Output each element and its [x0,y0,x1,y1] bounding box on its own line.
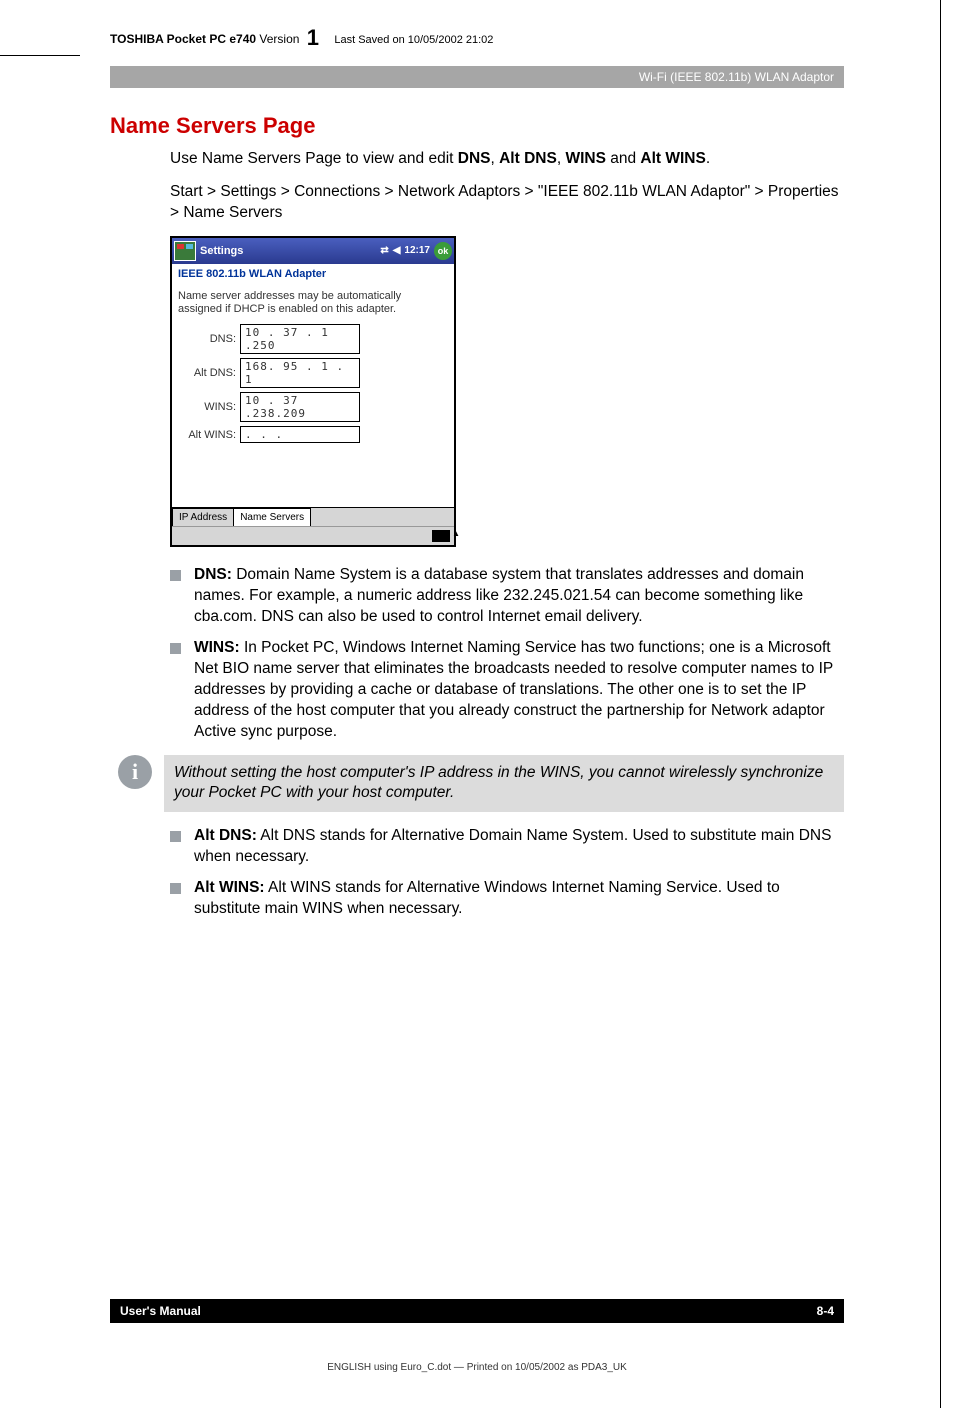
wins-input[interactable]: 10 . 37 .238.209 [240,392,360,422]
note-callout: i Without setting the host computer's IP… [110,755,844,813]
bullet-altdns: Alt DNS: Alt DNS stands for Alternative … [170,826,844,868]
bullet-altwins: Alt WINS: Alt WINS stands for Alternativ… [170,878,844,920]
ss-sip-bar [172,526,454,545]
ss-tab-strip: IP Address Name Servers [172,507,454,526]
intro-paragraph: Use Name Servers Page to view and edit D… [170,149,844,170]
version-label: Version [259,32,299,46]
product-name: TOSHIBA Pocket PC e740 [110,32,256,46]
keyboard-icon[interactable] [432,530,450,542]
note-text: Without setting the host computer's IP a… [164,755,844,813]
embedded-screenshot: Settings ⇄ ◀ 12:17 ok IEEE 802.11b WLAN … [170,236,456,547]
running-header: TOSHIBA Pocket PC e740 Version 1 Last Sa… [110,25,844,51]
tab-name-servers[interactable]: Name Servers [233,508,311,526]
footer-right: 8-4 [817,1304,834,1318]
altwins-label: Alt WINS: [178,429,236,441]
info-icon: i [118,755,152,789]
ss-app-title: Settings [200,245,380,257]
footer-band: User's Manual 8-4 [110,1299,844,1323]
version-num: 1 [307,25,319,50]
bullet-list-2: Alt DNS: Alt DNS stands for Alternative … [170,826,844,920]
ss-body: Name server addresses may be automatical… [172,284,454,507]
wins-label: WINS: [178,401,236,413]
ss-titlebar: Settings ⇄ ◀ 12:17 ok [172,238,454,264]
connection-icon[interactable]: ⇄ [380,245,388,256]
dns-input[interactable]: 10 . 37 . 1 .250 [240,324,360,354]
ss-subtitle: IEEE 802.11b WLAN Adapter [172,264,454,284]
altdns-label: Alt DNS: [178,367,236,379]
bullet-list-1: DNS: Domain Name System is a database sy… [170,565,844,742]
section-band: Wi-Fi (IEEE 802.11b) WLAN Adaptor [110,66,844,88]
altdns-input[interactable]: 168. 95 . 1 . 1 [240,358,360,388]
altwins-input[interactable]: . . . [240,426,360,443]
print-stamp: ENGLISH using Euro_C.dot — Printed on 10… [0,1362,954,1373]
ok-button[interactable]: ok [434,242,452,260]
crop-mark [0,55,80,56]
saved-stamp: Last Saved on 10/05/2002 21:02 [334,34,493,46]
start-flag-icon[interactable] [174,241,196,261]
footer-left: User's Manual [120,1304,201,1318]
clock-time: 12:17 [404,245,430,256]
crop-mark [940,0,941,1408]
ss-description: Name server addresses may be automatical… [178,290,448,316]
dns-label: DNS: [178,333,236,345]
bullet-wins: WINS: In Pocket PC, Windows Internet Nam… [170,638,844,743]
nav-path: Start > Settings > Connections > Network… [170,182,844,224]
page-title: Name Servers Page [110,113,844,139]
speaker-icon[interactable]: ◀ [393,245,401,256]
tab-ip-address[interactable]: IP Address [172,508,234,526]
bullet-dns: DNS: Domain Name System is a database sy… [170,565,844,628]
